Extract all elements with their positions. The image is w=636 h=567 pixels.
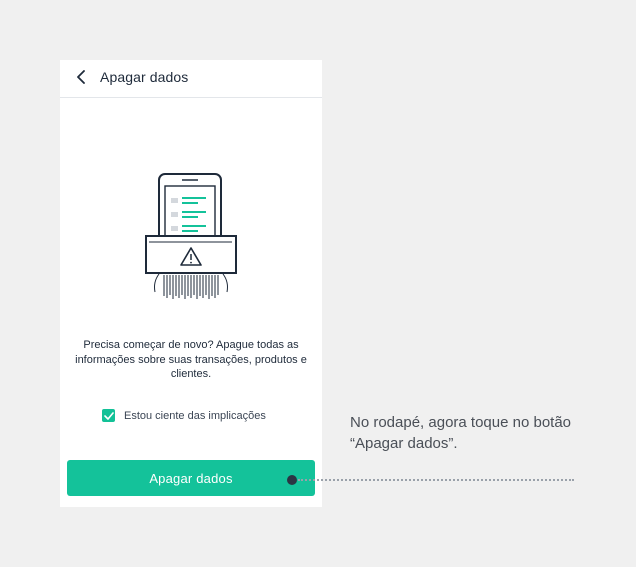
page-title: Apagar dados — [100, 69, 189, 85]
confirm-checkbox-label: Estou ciente das implicações — [124, 409, 266, 422]
description-text: Precisa começar de novo? Apague todas as… — [75, 339, 307, 380]
annotation-text: No rodapé, agora toque no botão “Apagar … — [350, 414, 572, 452]
back-button[interactable] — [70, 66, 92, 88]
annotation-line — [298, 479, 574, 481]
phone-shredder-illustration — [145, 173, 237, 299]
annotation-dot — [287, 475, 297, 485]
confirm-checkbox[interactable] — [102, 409, 115, 422]
phone-screen: Apagar dados Precisa começar de novo? Ap… — [60, 60, 322, 507]
delete-data-button-label: Apagar dados — [149, 470, 233, 486]
confirm-checkbox-row[interactable]: Estou ciente das implicações — [102, 409, 266, 422]
delete-data-button[interactable]: Apagar dados — [67, 460, 315, 496]
chevron-left-icon — [77, 70, 85, 84]
app-header: Apagar dados — [60, 60, 322, 98]
check-icon — [103, 411, 114, 420]
